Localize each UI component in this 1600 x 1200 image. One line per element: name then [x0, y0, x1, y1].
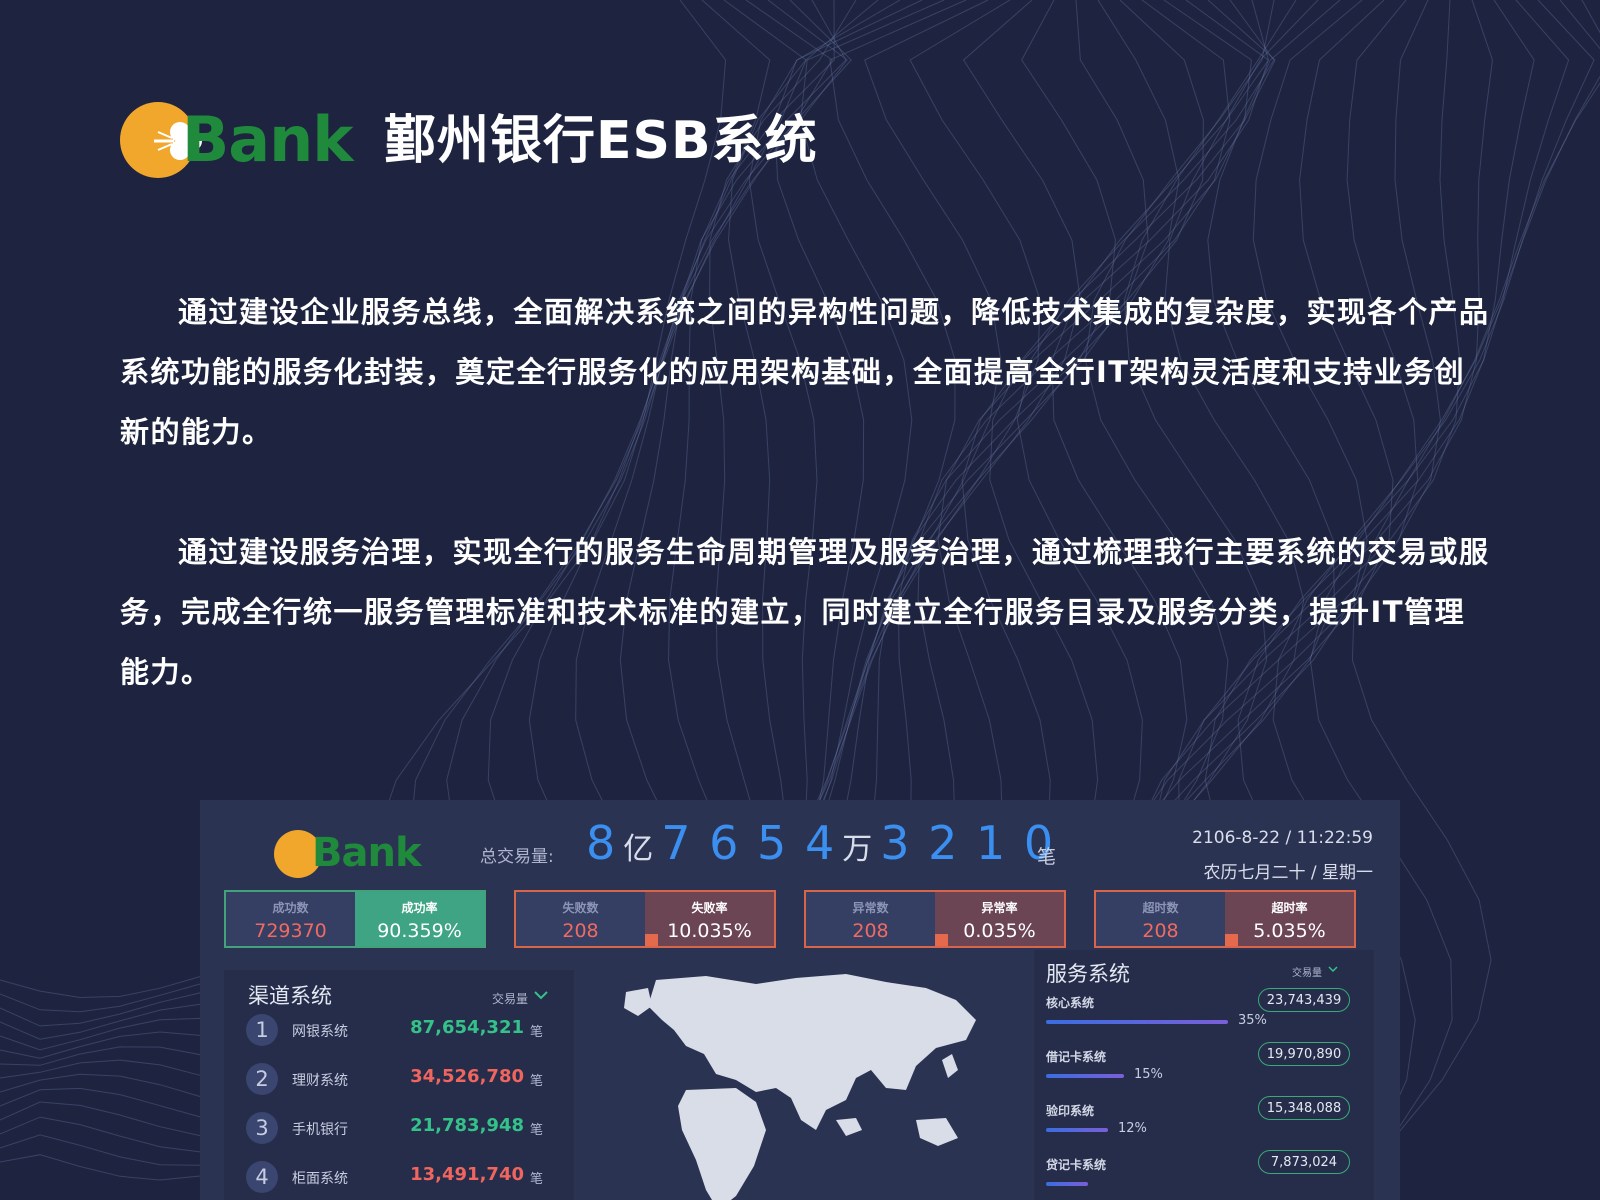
- stat-rate-value: 0.035%: [963, 920, 1036, 942]
- channel-name: 网银系统: [292, 1024, 348, 1040]
- rank-badge: 3: [246, 1112, 278, 1144]
- total-digit-group-2: 7 6 5 4: [661, 816, 837, 870]
- rank-badge: 1: [246, 1014, 278, 1046]
- stat-count-cell: 成功数 729370: [226, 892, 355, 946]
- service-name: 贷记卡系统: [1046, 1158, 1107, 1172]
- intro-paragraph-1: 通过建设企业服务总线，全面解决系统之间的异构性问题，降低技术集成的复杂度，实现各…: [120, 295, 1490, 449]
- page-title: 鄞州银行ESB系统: [384, 111, 818, 171]
- logo-wordmark: Bank: [182, 103, 353, 176]
- service-percent: 12%: [1118, 1121, 1147, 1136]
- stat-rate-bar: [645, 934, 658, 946]
- total-unit-wan: 万: [842, 832, 875, 867]
- channel-unit: 笔: [530, 1172, 544, 1187]
- channel-unit: 笔: [530, 1074, 544, 1089]
- channel-unit: 笔: [530, 1123, 544, 1138]
- stat-count-cell: 失败数 208: [516, 892, 645, 946]
- channel-name: 手机银行: [292, 1122, 348, 1138]
- service-value-badge: 7,873,024: [1258, 1150, 1350, 1174]
- bank-logo: Bank: [120, 100, 360, 180]
- channel-sort-label[interactable]: 交易量: [492, 990, 528, 1007]
- dashboard-logo: Bank: [274, 828, 424, 878]
- service-progress-bar: [1046, 1020, 1228, 1024]
- rank-badge: 2: [246, 1063, 278, 1095]
- channel-panel-title: 渠道系统: [248, 984, 332, 1008]
- total-unit-yi: 亿: [623, 832, 656, 867]
- stat-failure: 失败数 208 失败率 10.035%: [514, 890, 776, 948]
- channel-value: 34,526,780: [410, 1066, 524, 1087]
- stat-count-label: 失败数: [562, 901, 599, 915]
- stat-rate-label: 异常率: [981, 901, 1018, 915]
- service-name: 借记卡系统: [1046, 1050, 1107, 1064]
- rank-badge: 4: [246, 1161, 278, 1193]
- stat-count-cell: 异常数 208: [806, 892, 935, 946]
- stat-count-cell: 超时数 208: [1096, 892, 1225, 946]
- chevron-down-icon[interactable]: [1328, 965, 1338, 973]
- service-sort-label[interactable]: 交易量: [1292, 964, 1322, 979]
- stat-count-value: 729370: [254, 920, 327, 942]
- channel-value: 21,783,948: [410, 1115, 524, 1136]
- total-transactions-value: 8亿7 6 5 4万3 2 1 0: [586, 816, 1055, 870]
- channel-name: 理财系统: [292, 1073, 348, 1089]
- total-transactions-label: 总交易量:: [480, 847, 554, 867]
- stat-exception: 异常数 208 异常率 0.035%: [804, 890, 1066, 948]
- service-progress-bar: [1046, 1182, 1088, 1186]
- stat-count-value: 208: [852, 920, 889, 942]
- stat-count-label: 超时数: [1142, 901, 1179, 915]
- stat-rate-value: 5.035%: [1253, 920, 1326, 942]
- stat-rate-label: 失败率: [691, 901, 728, 915]
- stat-rate-bar: [1225, 934, 1238, 946]
- stat-rate-label: 超时率: [1271, 901, 1308, 915]
- service-progress-bar: [1046, 1128, 1108, 1132]
- service-name: 核心系统: [1046, 996, 1095, 1010]
- channel-value: 13,491,740: [410, 1164, 524, 1185]
- stat-count-label: 成功数: [272, 901, 309, 915]
- channel-panel: 渠道系统 交易量 1 网银系统 87,654,321 笔 2 理财系统 34,526,780…: [224, 970, 574, 1200]
- stat-success: 成功数 729370 成功率 90.359%: [224, 890, 486, 948]
- service-value-badge: 19,970,890: [1258, 1042, 1350, 1066]
- service-value-badge: 23,743,439: [1258, 988, 1350, 1012]
- stat-rate-label: 成功率: [401, 901, 438, 915]
- stat-timeout: 超时数 208 超时率 5.035%: [1094, 890, 1356, 948]
- stat-rate-cell: 异常率 0.035%: [935, 892, 1064, 946]
- service-value-badge: 15,348,088: [1258, 1096, 1350, 1120]
- service-panel: 服务系统 交易量 核心系统 23,743,439 35% 借记卡系统 19,970,89…: [1034, 950, 1374, 1200]
- stat-rate-bar: [935, 934, 948, 946]
- dashboard-preview: Bank 总交易量: 8亿7 6 5 4万3 2 1 0 笔 2106-8-22…: [200, 800, 1400, 1200]
- chevron-down-icon[interactable]: [534, 990, 548, 1000]
- channel-unit: 笔: [530, 1025, 544, 1040]
- stat-count-label: 异常数: [852, 901, 889, 915]
- dashboard-logo-wordmark: Bank: [312, 830, 422, 876]
- datetime: 2106-8-22 / 11:22:59: [1192, 828, 1373, 848]
- service-percent: 35%: [1238, 1013, 1267, 1028]
- channel-name: 柜面系统: [292, 1171, 348, 1187]
- service-name: 验印系统: [1046, 1104, 1095, 1118]
- stat-rate-cell: 超时率 5.035%: [1225, 892, 1354, 946]
- stat-rate-cell: 成功率 90.359%: [355, 892, 484, 946]
- stat-rate-value: 10.035%: [667, 920, 752, 942]
- lunar-date: 农历七月二十 / 星期一: [1203, 863, 1373, 883]
- total-digit-group-1: 8: [586, 816, 618, 870]
- service-panel-title: 服务系统: [1046, 962, 1130, 986]
- channel-value: 87,654,321: [410, 1017, 524, 1038]
- intro-paragraph-2: 通过建设服务治理，实现全行的服务生命周期管理及服务治理，通过梳理我行主要系统的交…: [120, 535, 1490, 689]
- stat-rate-cell: 失败率 10.035%: [645, 892, 774, 946]
- world-map: [624, 974, 976, 1200]
- stat-count-value: 208: [562, 920, 599, 942]
- total-digit-group-3: 3 2 1 0: [880, 816, 1056, 870]
- total-unit-bi: 笔: [1037, 846, 1057, 868]
- stat-rate-value: 90.359%: [377, 920, 462, 942]
- service-progress-bar: [1046, 1074, 1124, 1078]
- service-percent: 15%: [1134, 1067, 1163, 1082]
- stat-count-value: 208: [1142, 920, 1179, 942]
